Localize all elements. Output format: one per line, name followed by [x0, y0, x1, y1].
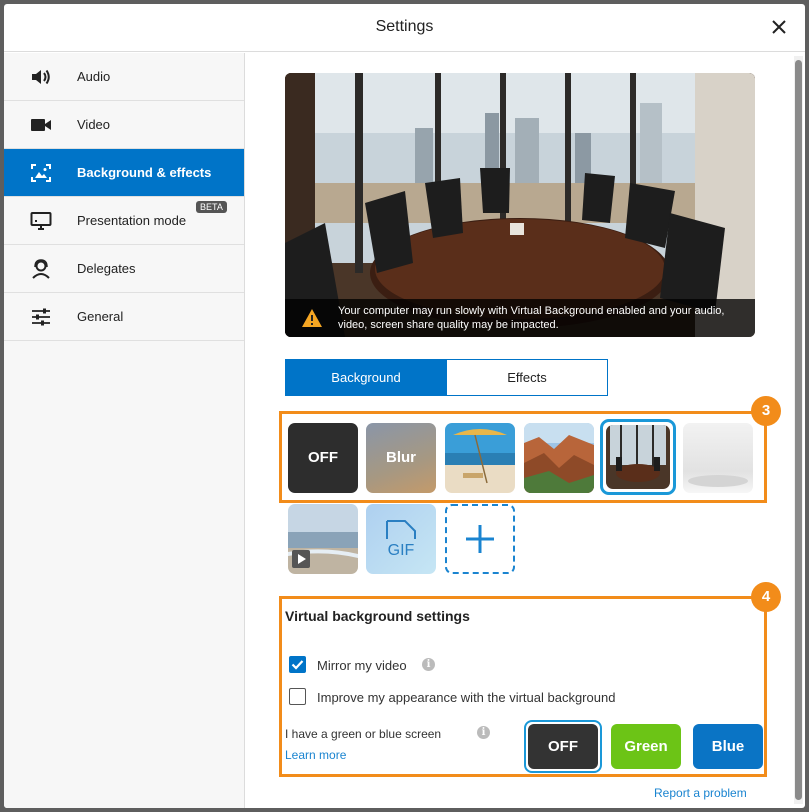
- beach-image: [445, 423, 515, 493]
- sidebar-item-general[interactable]: General: [4, 293, 244, 341]
- speaker-icon: [32, 69, 50, 85]
- canyon-image: [524, 423, 594, 493]
- highlight-badge-4: 4: [751, 582, 781, 612]
- background-icon: [31, 164, 51, 182]
- background-blur-tile[interactable]: Blur: [366, 423, 436, 493]
- screen-off-button[interactable]: OFF: [528, 724, 598, 769]
- main-panel: Your computer may run slowly with Virtua…: [245, 53, 793, 808]
- background-effects-tabs: Background Effects: [285, 359, 609, 396]
- background-canyon-tile[interactable]: [524, 423, 594, 493]
- video-preview: Your computer may run slowly with Virtua…: [285, 73, 755, 337]
- sidebar-item-background-effects[interactable]: Background & effects: [4, 149, 244, 197]
- sidebar-item-video[interactable]: Video: [4, 101, 244, 149]
- sidebar-item-label: Presentation mode: [77, 213, 187, 228]
- mirror-video-checkbox[interactable]: [289, 656, 306, 673]
- sidebar: Audio Video Background & effects Present…: [4, 53, 245, 808]
- play-video-icon: [292, 550, 310, 568]
- sidebar-item-label: Audio: [77, 69, 111, 84]
- learn-more-link[interactable]: Learn more: [285, 748, 346, 762]
- scrollbar[interactable]: [794, 56, 803, 804]
- monitor-icon: [30, 212, 52, 230]
- sidebar-item-label: Background & effects: [77, 165, 212, 180]
- white-room-image: [688, 475, 748, 487]
- highlight-badge-3: 3: [751, 396, 781, 426]
- tile-label: OFF: [308, 449, 338, 466]
- close-button[interactable]: [768, 16, 790, 38]
- improve-appearance-checkbox[interactable]: [289, 688, 306, 705]
- beta-badge: BETA: [196, 201, 227, 213]
- performance-warning: Your computer may run slowly with Virtua…: [285, 299, 755, 337]
- settings-dialog: Settings Audio Video Background & effect…: [4, 4, 805, 808]
- tile-label: Blur: [386, 449, 416, 466]
- background-off-tile[interactable]: OFF: [288, 423, 358, 493]
- sidebar-item-audio[interactable]: Audio: [4, 53, 244, 101]
- close-icon: [772, 20, 786, 34]
- checkmark-icon: [291, 660, 304, 670]
- improve-appearance-label: Improve my appearance with the virtual b…: [317, 690, 616, 705]
- sidebar-item-label: Video: [77, 117, 111, 132]
- screen-blue-button[interactable]: Blue: [693, 724, 763, 769]
- sidebar-item-presentation-mode[interactable]: Presentation mode BETA: [4, 197, 244, 245]
- warning-text: Your computer may run slowly with Virtua…: [338, 305, 725, 331]
- info-icon[interactable]: i: [422, 658, 435, 671]
- tile-label: GIF: [387, 542, 415, 559]
- sidebar-item-label: Delegates: [77, 261, 136, 276]
- background-beach-video-tile[interactable]: [288, 504, 358, 574]
- background-gif-tile[interactable]: GIF: [366, 504, 436, 574]
- conference-room-image: [606, 425, 670, 489]
- scrollbar-thumb[interactable]: [795, 60, 802, 800]
- mirror-video-label: Mirror my video: [317, 658, 407, 673]
- vb-settings-title: Virtual background settings: [285, 608, 470, 624]
- sliders-icon: [32, 308, 50, 326]
- title-bar: Settings: [4, 4, 805, 52]
- report-problem-link[interactable]: Report a problem: [654, 786, 747, 800]
- info-icon[interactable]: i: [477, 726, 490, 739]
- tab-background[interactable]: Background: [285, 359, 447, 396]
- tab-effects[interactable]: Effects: [446, 359, 608, 396]
- plus-icon: [466, 525, 494, 553]
- green-blue-screen-label: I have a green or blue screen: [285, 727, 442, 741]
- dialog-title: Settings: [375, 18, 434, 35]
- warning-icon: [302, 309, 322, 327]
- video-camera-icon: [31, 119, 51, 131]
- background-beach-tile[interactable]: [445, 423, 515, 493]
- background-white-room-tile[interactable]: [683, 423, 753, 493]
- conference-room-image: [285, 73, 755, 337]
- screen-green-button[interactable]: Green: [611, 724, 681, 769]
- background-conference-room-tile[interactable]: [606, 425, 670, 489]
- sidebar-item-label: General: [77, 309, 124, 324]
- add-background-button[interactable]: [445, 504, 515, 574]
- sidebar-item-delegates[interactable]: Delegates: [4, 245, 244, 293]
- person-headset-icon: [32, 259, 50, 279]
